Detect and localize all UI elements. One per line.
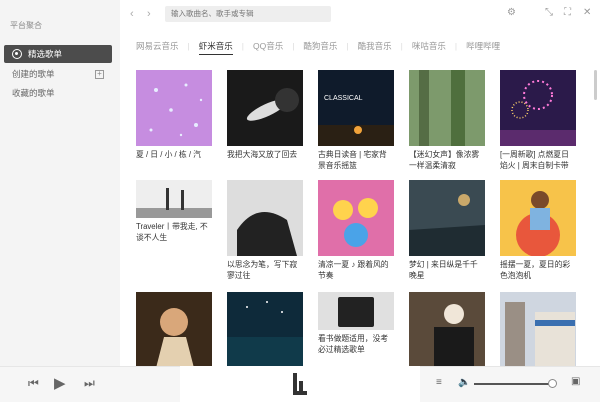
forward-arrow-icon[interactable]: › <box>147 8 151 20</box>
playlist-queue-icon[interactable]: ≡ <box>436 377 442 388</box>
playlist-card[interactable]: 【迷幻女声】像浓雾一样温柔清寂 <box>409 70 485 171</box>
play-icon[interactable]: ▶ <box>54 374 66 392</box>
sidebar: 平台聚合 精选歌单 创建的歌单 + 收藏的歌单 <box>0 0 120 366</box>
fullscreen-icon[interactable]: ⛶ <box>564 7 571 18</box>
settings-gear-icon[interactable]: ⚙ <box>507 7 516 18</box>
playlist-title: 【迷幻女声】像浓雾一样温柔清寂 <box>409 150 480 170</box>
sidebar-item-label: 收藏的歌单 <box>12 88 55 98</box>
playlist-cover[interactable] <box>500 70 576 146</box>
sidebar-item-featured-playlists[interactable]: 精选歌单 <box>4 45 112 63</box>
playlist-title: 摇摆一夏，夏日的彩色泡泡机 <box>500 260 571 280</box>
playlist-title: Traveler丨带我走, 不谈不人生 <box>136 222 208 242</box>
volume-icon[interactable]: 🔈 <box>458 377 470 388</box>
scrollbar[interactable] <box>594 70 597 100</box>
playlist-card[interactable] <box>136 292 212 371</box>
playlist-card[interactable]: 梦幻 | 来日纵是千千晚星 <box>409 180 485 281</box>
lyrics-icon[interactable]: ▣ <box>571 376 580 387</box>
search-input[interactable] <box>165 6 331 22</box>
playlist-title: 以思念为笔，写下寂寥过往 <box>227 260 298 280</box>
sidebar-item-label: 精选歌单 <box>28 49 63 59</box>
sidebar-item-collected-playlists[interactable]: 收藏的歌单 <box>4 84 112 102</box>
playlist-title: 我把大海又放了回去 <box>227 150 298 159</box>
playlist-cover[interactable] <box>136 292 212 368</box>
playlist-title: 看书做题适用，没考必过精选歌单 <box>318 334 389 354</box>
tab-kuwo[interactable]: 酷我音乐 <box>346 40 400 56</box>
playlist-card[interactable]: 我把大海又放了回去 <box>227 70 303 160</box>
playlist-title: 清凉一夏 ♪ 跟着风的节奏 <box>318 260 389 280</box>
playlist-card[interactable]: 以思念为笔，写下寂寥过往 <box>227 180 303 281</box>
playlist-card[interactable]: 看书做题适用，没考必过精选歌单 <box>318 292 394 355</box>
playlist-title: 夏 / 日 / 小 / 栋 / 汽 <box>136 150 201 159</box>
playlist-card[interactable]: Traveler丨带我走, 不谈不人生 <box>136 180 212 243</box>
tab-bilibili[interactable]: 哔哩哔哩 <box>455 40 509 56</box>
playlist-cover[interactable] <box>227 70 303 146</box>
sidebar-item-created-playlists[interactable]: 创建的歌单 + <box>4 65 112 83</box>
playlist-cover[interactable] <box>500 180 576 256</box>
disc-icon <box>12 49 22 59</box>
app-logo-icon <box>293 373 307 395</box>
minimize-icon[interactable]: ⤡ <box>545 7 553 18</box>
playlist-cover[interactable] <box>409 292 485 368</box>
playlist-cover[interactable] <box>136 70 212 146</box>
tab-kugou[interactable]: 酷狗音乐 <box>292 40 346 56</box>
tab-xiami[interactable]: 虾米音乐 <box>188 40 242 56</box>
playlist-card[interactable]: [一周新歌] 点燃夏日焰火 | 周末自制卡带 <box>500 70 576 171</box>
playlist-title: 梦幻 | 来日纵是千千晚星 <box>409 260 478 280</box>
tab-migu[interactable]: 咪咕音乐 <box>401 40 455 56</box>
tab-qq[interactable]: QQ音乐 <box>242 40 292 56</box>
svg-text:CLASSICAL: CLASSICAL <box>324 95 363 102</box>
close-icon[interactable]: ✕ <box>583 7 591 18</box>
back-arrow-icon[interactable]: ‹ <box>130 8 134 20</box>
topbar: ‹ › ⚙ ⤡ ⛶ ✕ <box>120 0 600 30</box>
volume-slider[interactable] <box>474 383 554 385</box>
playlist-cover[interactable] <box>136 180 212 218</box>
playlist-card[interactable] <box>409 292 485 371</box>
playlist-title: 古典日读音 | 宅家背景音乐摇篮 <box>318 150 387 170</box>
source-tabs: 网易云音乐 虾米音乐 QQ音乐 酷狗音乐 酷我音乐 咪咕音乐 哔哩哔哩 <box>136 40 509 56</box>
playlist-card[interactable]: CLASSICAL 古典日读音 | 宅家背景音乐摇篮 <box>318 70 394 171</box>
playlist-card[interactable]: 夏 / 日 / 小 / 栋 / 汽 <box>136 70 212 160</box>
playlist-card[interactable]: 清凉一夏 ♪ 跟着风的节奏 <box>318 180 394 281</box>
playlist-cover[interactable]: CLASSICAL <box>318 70 394 146</box>
playlist-cover[interactable] <box>409 180 485 256</box>
add-playlist-icon[interactable]: + <box>95 69 104 79</box>
tab-netease[interactable]: 网易云音乐 <box>136 40 188 56</box>
playlist-cover[interactable] <box>318 180 394 256</box>
playlist-cover[interactable] <box>227 180 303 256</box>
playlist-cover[interactable] <box>500 292 576 368</box>
playlist-cover[interactable] <box>318 292 394 330</box>
playlist-cover[interactable] <box>227 292 303 368</box>
playlist-card[interactable] <box>500 292 576 371</box>
playlist-title: [一周新歌] 点燃夏日焰火 | 周末自制卡带 <box>500 150 569 170</box>
playlist-cover[interactable] <box>409 70 485 146</box>
sidebar-section-title: 平台聚合 <box>10 21 42 30</box>
previous-icon[interactable]: ⏮ <box>28 376 39 391</box>
playlist-card[interactable] <box>227 292 303 371</box>
sidebar-item-label: 创建的歌单 <box>12 69 55 79</box>
volume-knob[interactable] <box>548 379 557 388</box>
playlist-card[interactable]: 摇摆一夏，夏日的彩色泡泡机 <box>500 180 576 281</box>
next-icon[interactable]: ⏭ <box>84 376 95 391</box>
